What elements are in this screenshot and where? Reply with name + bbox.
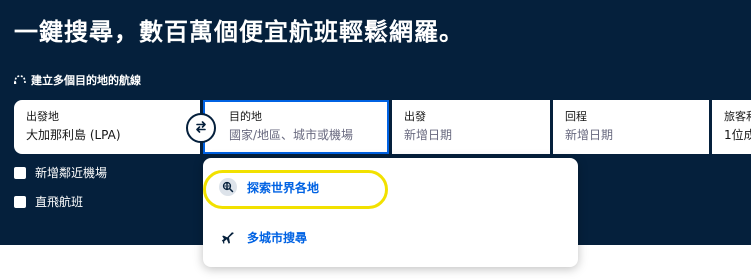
highlight-annotation [203,170,388,209]
travelers-field[interactable]: 旅客和 1位成 [712,100,751,154]
direct-flights-label: 直飛航班 [35,195,84,209]
origin-field[interactable]: 出發地 大加那利島 (LPA) [14,100,200,154]
destination-label: 目的地 [229,110,262,123]
swap-button[interactable] [186,113,216,143]
multi-destination-label: 建立多個目的地的航線 [31,74,141,87]
origin-label: 出發地 [26,110,59,123]
return-date-field[interactable]: 回程 新增日期 [553,100,709,154]
route-icon [13,74,26,87]
travelers-label: 旅客和 [724,110,751,123]
depart-date-field[interactable]: 出發 新增日期 [392,100,550,154]
destination-placeholder: 國家/地區、城市或機場 [229,128,354,142]
return-placeholder: 新增日期 [565,128,614,142]
swap-arrows-icon [194,119,208,138]
depart-label: 出發 [404,110,426,123]
multi-city-option[interactable]: 多城市搜尋 [219,229,307,246]
nearby-airports-checkbox[interactable] [14,166,26,179]
multi-destination-link[interactable]: 建立多個目的地的航線 [13,72,141,88]
origin-value: 大加那利島 (LPA) [26,128,121,142]
depart-placeholder: 新增日期 [404,128,453,142]
airplane-icon [219,231,237,245]
multi-city-label: 多城市搜尋 [247,231,308,245]
page-headline: 一鍵搜尋，數百萬個便宜航班輕鬆網羅。 [14,18,464,46]
direct-flights-option[interactable]: 直飛航班 [14,193,83,210]
travelers-value: 1位成 [724,128,751,142]
nearby-airports-label: 新增鄰近機場 [35,166,108,180]
nearby-airports-option[interactable]: 新增鄰近機場 [14,164,107,181]
return-label: 回程 [565,110,587,123]
destination-field[interactable]: 目的地 國家/地區、城市或機場 [203,100,389,154]
direct-flights-checkbox[interactable] [14,195,26,208]
